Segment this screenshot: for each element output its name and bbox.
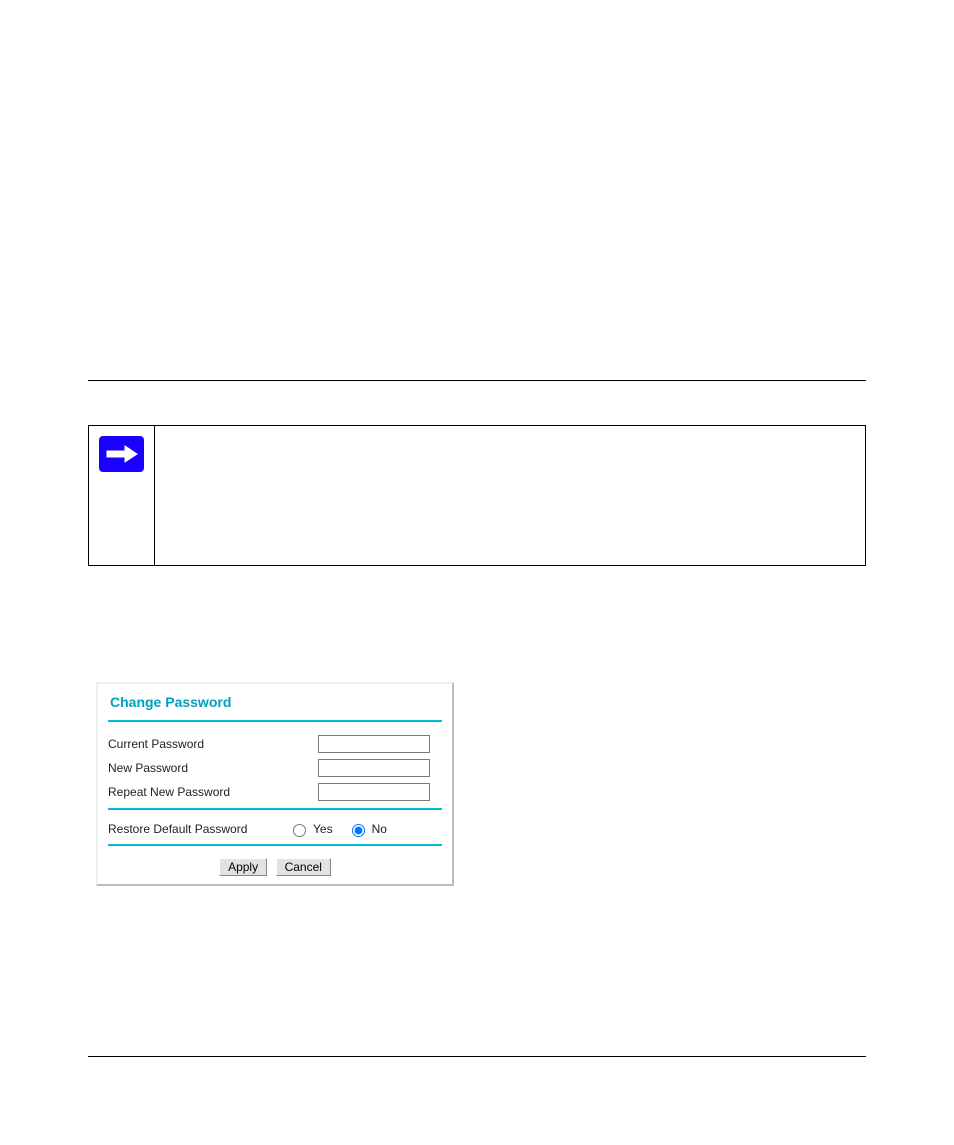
current-password-row: Current Password [108, 732, 442, 756]
restore-no-label: No [372, 822, 387, 836]
cancel-button[interactable]: Cancel [276, 858, 331, 876]
dialog-title: Change Password [108, 694, 442, 714]
change-password-dialog: Change Password Current Password New Pas… [96, 682, 454, 886]
section-divider [88, 380, 866, 381]
apply-button[interactable]: Apply [219, 858, 267, 876]
new-password-label: New Password [108, 761, 318, 775]
restore-default-row: Restore Default Password Yes No [108, 818, 442, 840]
new-password-row: New Password [108, 756, 442, 780]
current-password-input[interactable] [318, 735, 430, 753]
button-row: Apply Cancel [108, 854, 442, 878]
divider [108, 844, 442, 846]
restore-default-label: Restore Default Password [108, 822, 288, 836]
repeat-password-row: Repeat New Password [108, 780, 442, 804]
arrow-right-icon [99, 436, 144, 472]
repeat-password-input[interactable] [318, 783, 430, 801]
repeat-password-label: Repeat New Password [108, 785, 318, 799]
note-text-cell [155, 426, 866, 566]
section-divider [88, 1056, 866, 1057]
note-icon-cell [89, 426, 155, 566]
new-password-input[interactable] [318, 759, 430, 777]
note-callout [88, 425, 866, 566]
divider [108, 808, 442, 810]
current-password-label: Current Password [108, 737, 318, 751]
restore-yes-radio[interactable] [293, 824, 306, 837]
restore-no-radio[interactable] [352, 824, 365, 837]
divider [108, 720, 442, 722]
restore-yes-label: Yes [313, 822, 333, 836]
